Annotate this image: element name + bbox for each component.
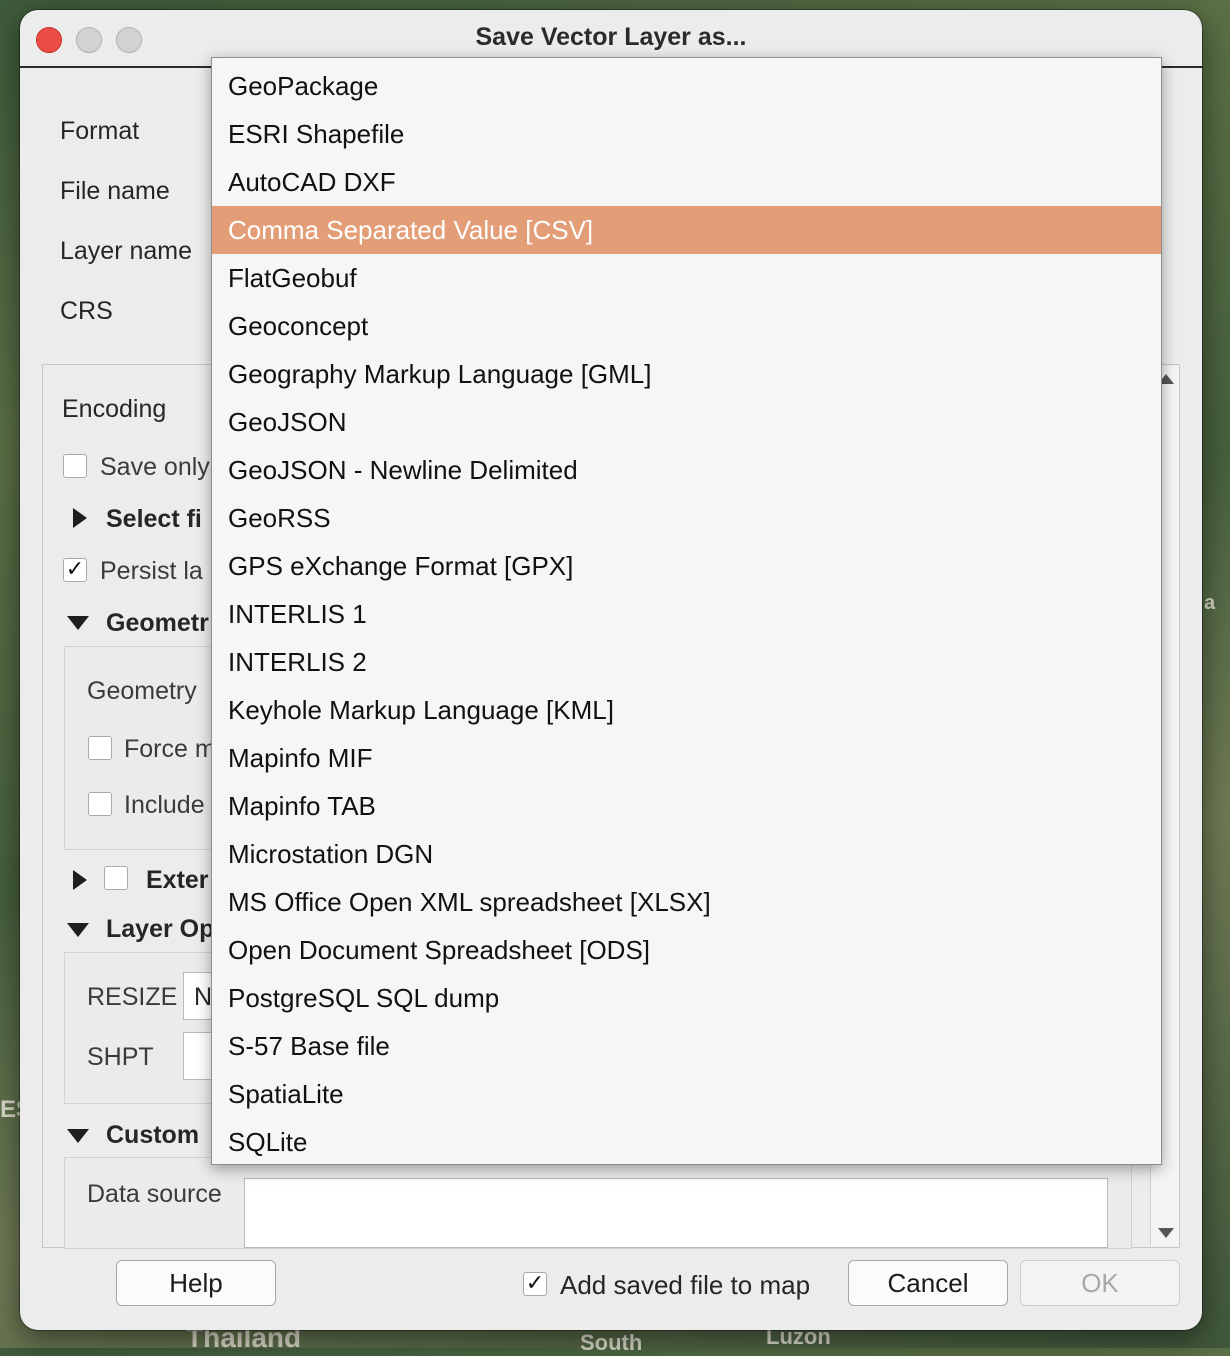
format-option[interactable]: Geoconcept (212, 302, 1161, 350)
extent-checkbox[interactable] (104, 866, 128, 890)
custom-options-section[interactable]: Custom (106, 1121, 199, 1150)
format-option[interactable]: GeoJSON (212, 398, 1161, 446)
format-option[interactable]: S-57 Base file (212, 1022, 1161, 1070)
force-multi-label: Force m (124, 735, 216, 763)
layer-name-label: Layer name (60, 237, 193, 265)
extent-section[interactable]: Exter (146, 866, 209, 895)
format-label: Format (60, 117, 140, 145)
cancel-button[interactable]: Cancel (848, 1260, 1008, 1306)
format-option[interactable]: INTERLIS 2 (212, 638, 1161, 686)
persist-layer-metadata-checkbox[interactable]: ✓ (63, 558, 87, 582)
expanded-arrow-icon[interactable] (67, 616, 89, 630)
resize-value: N (194, 983, 213, 1011)
format-option[interactable]: GeoJSON - Newline Delimited (212, 446, 1161, 494)
layer-options-section[interactable]: Layer Op (106, 915, 214, 944)
custom-options-expanded-arrow-icon[interactable] (67, 1129, 89, 1143)
format-option[interactable]: GeoRSS (212, 494, 1161, 542)
format-option[interactable]: Open Document Spreadsheet [ODS] (212, 926, 1161, 974)
format-dropdown-list[interactable]: GeoPackage ESRI Shapefile AutoCAD DXF Co… (211, 57, 1162, 1165)
format-option-selected[interactable]: Comma Separated Value [CSV] (212, 206, 1161, 254)
save-only-selected-checkbox[interactable] (63, 454, 87, 478)
geometry-section[interactable]: Geometr (106, 609, 209, 638)
format-option[interactable]: Keyhole Markup Language [KML] (212, 686, 1161, 734)
format-option[interactable]: AutoCAD DXF (212, 158, 1161, 206)
layer-options-expanded-arrow-icon[interactable] (67, 923, 89, 937)
format-option[interactable]: GPS eXchange Format [GPX] (212, 542, 1161, 590)
scroll-down-icon[interactable] (1158, 1228, 1174, 1238)
extent-collapsed-arrow-icon[interactable] (73, 870, 87, 890)
select-fields-section[interactable]: Select fi (106, 505, 202, 534)
format-option[interactable]: SpatiaLite (212, 1070, 1161, 1118)
format-option[interactable]: GeoPackage (212, 62, 1161, 110)
help-button[interactable]: Help (116, 1260, 276, 1306)
format-option[interactable]: Mapinfo MIF (212, 734, 1161, 782)
crs-label: CRS (60, 297, 113, 325)
format-option[interactable]: FlatGeobuf (212, 254, 1161, 302)
dialog-title: Save Vector Layer as... (475, 23, 747, 51)
format-option[interactable]: Mapinfo TAB (212, 782, 1161, 830)
data-source-field[interactable] (244, 1178, 1108, 1248)
include-z-label: Include (124, 791, 205, 819)
format-option[interactable]: ESRI Shapefile (212, 110, 1161, 158)
force-multi-checkbox[interactable] (88, 736, 112, 760)
ok-button[interactable]: OK (1020, 1260, 1180, 1306)
format-option[interactable]: SQLite (212, 1118, 1161, 1166)
data-source-label: Data source (87, 1180, 222, 1208)
format-option[interactable]: Geography Markup Language [GML] (212, 350, 1161, 398)
format-option[interactable]: INTERLIS 1 (212, 590, 1161, 638)
format-option[interactable]: Microstation DGN (212, 830, 1161, 878)
format-option[interactable]: PostgreSQL SQL dump (212, 974, 1161, 1022)
persist-label: Persist la (100, 557, 203, 585)
collapsed-arrow-icon[interactable] (73, 508, 87, 528)
map-label-a: a (1204, 592, 1216, 614)
add-to-map-label: Add saved file to map (560, 1270, 811, 1300)
shpt-label: SHPT (87, 1043, 154, 1071)
resize-label: RESIZE (87, 983, 178, 1011)
encoding-label: Encoding (62, 395, 167, 423)
save-only-label: Save only (100, 453, 210, 481)
format-option[interactable]: MS Office Open XML spreadsheet [XLSX] (212, 878, 1161, 926)
map-label-south: South (580, 1330, 643, 1355)
add-to-map-checkbox[interactable]: ✓ (523, 1272, 547, 1296)
include-z-checkbox[interactable] (88, 792, 112, 816)
file-name-label: File name (60, 177, 170, 205)
geometry-type-label: Geometry (87, 677, 197, 705)
